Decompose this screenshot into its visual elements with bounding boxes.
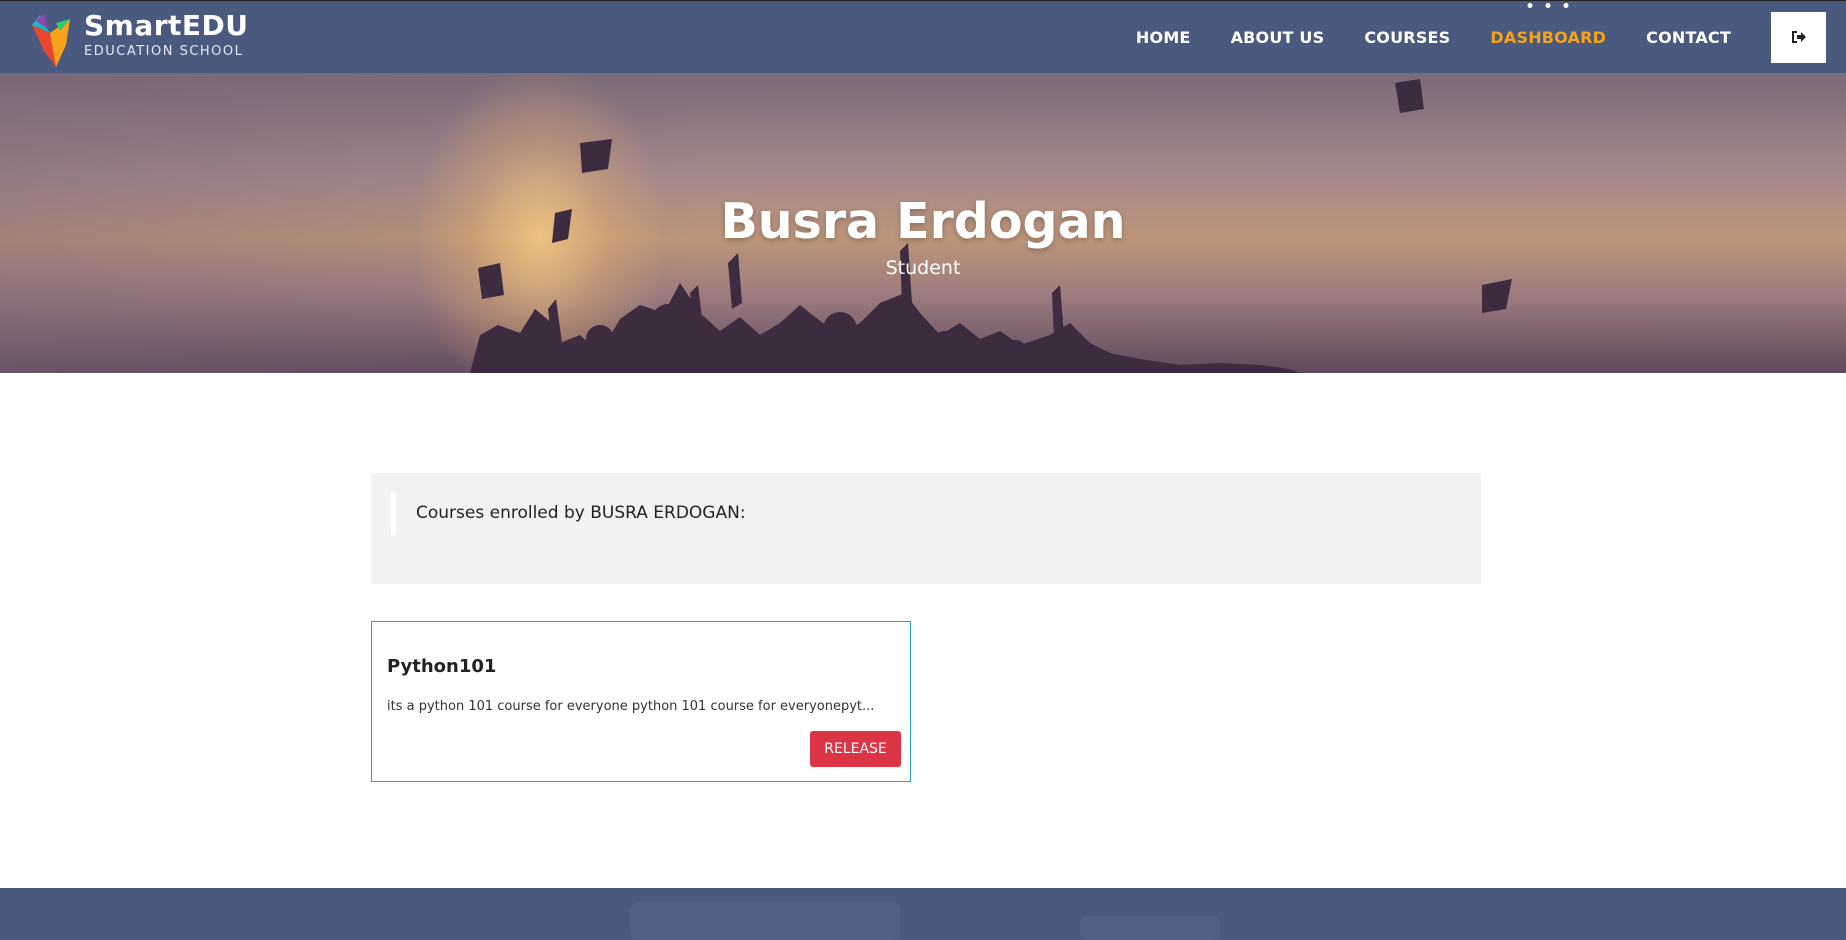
student-role: Student: [885, 257, 961, 279]
nav-dashboard[interactable]: DASHBOARD: [1490, 2, 1607, 47]
logout-button[interactable]: [1771, 11, 1826, 63]
nav-dashboard-label: DASHBOARD: [1490, 27, 1607, 47]
nav-about-us[interactable]: ABOUT US: [1231, 28, 1325, 47]
nav-contact[interactable]: CONTACT: [1646, 28, 1731, 47]
site-header: SmartEDU EDUCATION SCHOOL HOME ABOUT US …: [0, 0, 1846, 73]
logo-title: SmartEDU: [84, 9, 249, 42]
course-description: its a python 101 course for everyone pyt…: [387, 699, 875, 714]
logo-icon: [26, 11, 80, 69]
student-name: Busra Erdogan: [720, 193, 1126, 250]
main-nav: HOME ABOUT US COURSES DASHBOARD CONTACT: [1136, 1, 1846, 73]
site-footer: [0, 888, 1846, 940]
active-indicator-dots: [1527, 2, 1569, 8]
world-map-pattern: [630, 902, 1220, 940]
hero-banner: Busra Erdogan Student: [0, 73, 1846, 373]
course-card: Python101 its a python 101 course for ev…: [371, 621, 911, 782]
sign-out-icon: [1791, 31, 1806, 43]
nav-home[interactable]: HOME: [1136, 28, 1191, 47]
logo-tagline: EDUCATION SCHOOL: [84, 44, 244, 59]
enrolled-courses-heading: Courses enrolled by BUSRA ERDOGAN:: [416, 503, 746, 523]
nav-courses[interactable]: COURSES: [1364, 28, 1450, 47]
logo[interactable]: SmartEDU EDUCATION SCHOOL: [26, 11, 249, 69]
course-title[interactable]: Python101: [387, 656, 496, 677]
release-button[interactable]: RELEASE: [810, 731, 901, 767]
quote-bar: [391, 493, 396, 535]
enrolled-courses-box: Courses enrolled by BUSRA ERDOGAN:: [371, 473, 1481, 584]
